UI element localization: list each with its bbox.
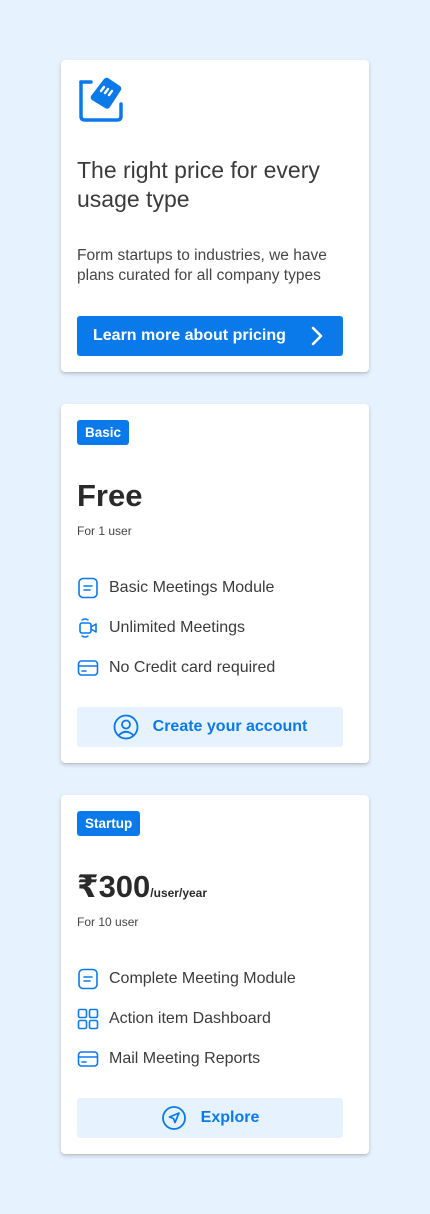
plan-subtitle: For 1 user bbox=[77, 524, 132, 538]
plan-card-startup: Startup ₹300/user/year For 10 user Compl… bbox=[61, 795, 369, 1154]
grid-icon bbox=[77, 1008, 99, 1030]
create-account-button[interactable]: Create your account bbox=[77, 707, 343, 747]
create-account-label: Create your account bbox=[152, 718, 308, 735]
plan-badge: Basic bbox=[77, 420, 130, 445]
document-icon bbox=[78, 577, 98, 599]
feature-label: Unlimited Meetings bbox=[109, 619, 246, 636]
list-item: Basic Meetings Module bbox=[77, 568, 357, 608]
feature-list: Complete Meeting Module Action item Dash… bbox=[77, 959, 357, 1079]
plan-price: Free bbox=[77, 478, 142, 520]
learn-more-pricing-button[interactable]: Learn more about pricing bbox=[77, 316, 343, 356]
feature-label: Action item Dashboard bbox=[109, 1010, 271, 1027]
learn-more-label: Learn more about pricing bbox=[93, 327, 286, 344]
list-item: Mail Meeting Reports bbox=[77, 1039, 357, 1079]
credit-card-icon bbox=[77, 1051, 99, 1067]
list-item: Complete Meeting Module bbox=[77, 959, 357, 999]
pricing-intro-card: The right price for every usage type For… bbox=[61, 60, 369, 372]
feature-label: Mail Meeting Reports bbox=[109, 1050, 261, 1067]
list-item: No Credit card required bbox=[77, 648, 357, 688]
plan-price: ₹300/user/year bbox=[77, 869, 207, 911]
price-value: Free bbox=[77, 478, 143, 513]
explore-label: Explore bbox=[200, 1109, 260, 1126]
feature-label: Complete Meeting Module bbox=[109, 970, 296, 987]
intro-title: The right price for every usage type bbox=[77, 157, 320, 212]
explore-button[interactable]: Explore bbox=[77, 1098, 343, 1138]
chevron-right-icon bbox=[311, 326, 323, 346]
document-icon bbox=[78, 968, 98, 990]
plan-badge: Startup bbox=[77, 811, 141, 836]
price-tag-icon bbox=[79, 77, 123, 122]
navigation-arrow-icon bbox=[161, 1106, 186, 1130]
feature-label: Basic Meetings Module bbox=[109, 579, 275, 596]
plan-subtitle: For 10 user bbox=[77, 915, 139, 929]
feature-list: Basic Meetings Module Unlimited Meetings… bbox=[77, 568, 357, 688]
price-value: ₹300 bbox=[77, 869, 151, 904]
list-item: Unlimited Meetings bbox=[77, 608, 357, 648]
plan-card-basic: Basic Free For 1 user Basic Meetings Mod… bbox=[61, 404, 369, 763]
credit-card-icon bbox=[77, 660, 99, 676]
video-camera-icon bbox=[79, 618, 97, 638]
list-item: Action item Dashboard bbox=[77, 999, 357, 1039]
user-circle-icon bbox=[113, 714, 139, 740]
price-unit: /user/year bbox=[150, 886, 208, 900]
intro-description: Form startups to industries, we have pla… bbox=[77, 247, 327, 284]
feature-label: No Credit card required bbox=[109, 659, 276, 676]
